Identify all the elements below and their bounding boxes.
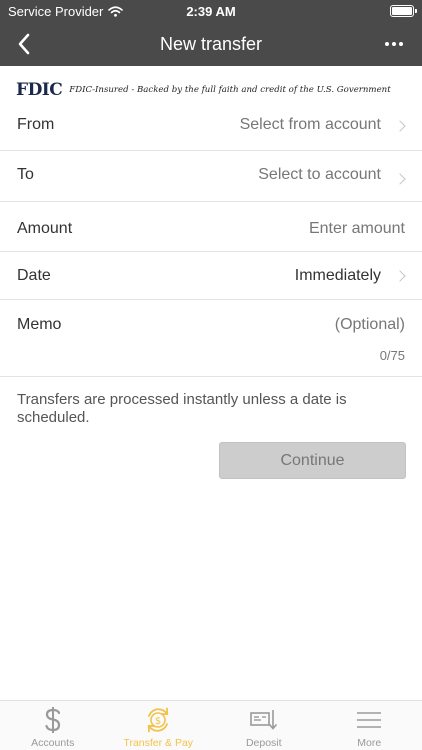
to-value: Select to account bbox=[258, 166, 381, 183]
amount-input[interactable]: Enter amount bbox=[309, 220, 405, 238]
memo-input[interactable]: (Optional) bbox=[335, 316, 405, 334]
memo-row[interactable]: Memo (Optional) 0/75 bbox=[0, 300, 422, 377]
status-time: 2:39 AM bbox=[186, 4, 236, 19]
chevron-right-icon bbox=[394, 270, 406, 282]
from-account-row[interactable]: From Select from account bbox=[0, 100, 422, 151]
tab-label: More bbox=[357, 737, 382, 749]
date-label: Date bbox=[17, 267, 51, 284]
from-value: Select from account bbox=[239, 116, 381, 133]
tab-label: Deposit bbox=[245, 737, 282, 749]
svg-text:$: $ bbox=[155, 716, 161, 727]
continue-button[interactable]: Continue bbox=[219, 442, 406, 479]
amount-row[interactable]: Amount Enter amount bbox=[0, 202, 422, 252]
nav-bar: New transfer bbox=[0, 22, 422, 66]
from-label: From bbox=[17, 116, 55, 133]
tab-accounts[interactable]: Accounts bbox=[0, 701, 106, 750]
date-value: Immediately bbox=[294, 267, 381, 284]
to-account-row[interactable]: To Select to account bbox=[0, 151, 422, 202]
tab-more[interactable]: More bbox=[317, 701, 422, 750]
header-bar: Service Provider 2:39 AM New transfer bbox=[0, 0, 422, 66]
transfer-pay-icon: $ bbox=[148, 707, 169, 733]
more-dots-icon bbox=[385, 42, 389, 46]
status-bar: Service Provider 2:39 AM bbox=[0, 0, 422, 22]
page-title: New transfer bbox=[159, 34, 263, 54]
battery-icon bbox=[390, 5, 417, 17]
fdic-banner: FDIC FDIC-Insured - Backed by the full f… bbox=[16, 80, 391, 100]
tab-transfer-pay[interactable]: $ Transfer & Pay bbox=[106, 701, 212, 750]
tab-label: Accounts bbox=[31, 737, 75, 749]
memo-char-counter: 0/75 bbox=[379, 348, 405, 363]
memo-label: Memo bbox=[17, 316, 62, 333]
chevron-right-icon bbox=[394, 120, 406, 132]
to-label: To bbox=[17, 166, 34, 183]
tab-bar: Accounts $ Transfer & Pay Deposit More bbox=[0, 700, 422, 750]
menu-icon bbox=[357, 712, 382, 728]
date-row[interactable]: Date Immediately bbox=[0, 252, 422, 300]
dollar-icon bbox=[45, 707, 60, 733]
tab-label: Transfer & Pay bbox=[123, 737, 194, 749]
fdic-logo: FDIC bbox=[16, 80, 63, 100]
chevron-right-icon bbox=[394, 173, 406, 185]
tab-deposit[interactable]: Deposit bbox=[211, 701, 317, 750]
amount-label: Amount bbox=[17, 220, 73, 237]
fdic-text: FDIC-Insured - Backed by the full faith … bbox=[69, 85, 391, 95]
more-options-button[interactable] bbox=[380, 32, 408, 56]
transfer-info-text: Transfers are processed instantly unless… bbox=[17, 391, 347, 426]
check-deposit-icon bbox=[249, 710, 277, 730]
